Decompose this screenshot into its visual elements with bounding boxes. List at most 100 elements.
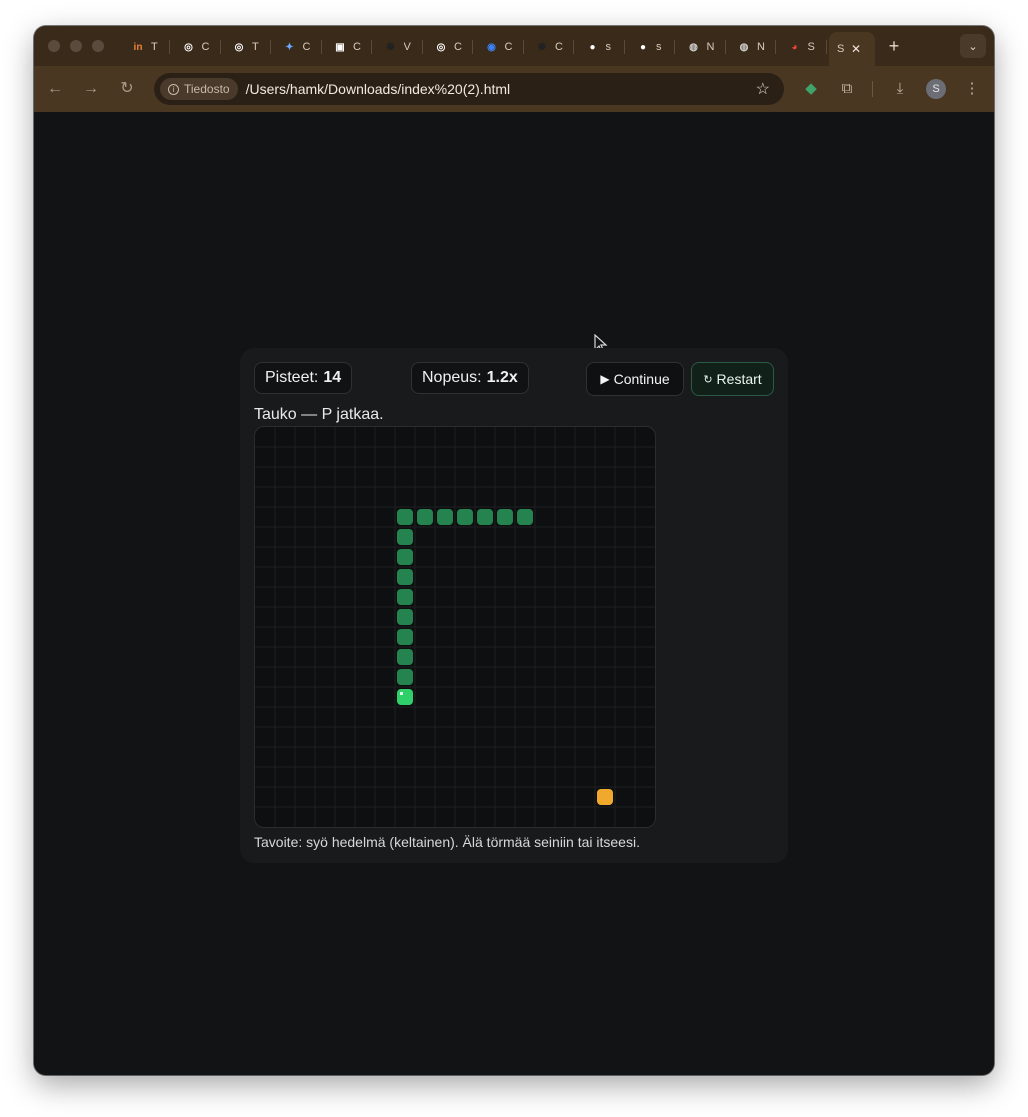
tab-title: T xyxy=(151,41,158,53)
browser-tab[interactable]: ◕ S xyxy=(779,34,827,60)
browser-tab[interactable]: ✺ C xyxy=(526,34,574,60)
tab-divider xyxy=(623,40,625,54)
browser-tab[interactable]: S ✕ xyxy=(829,32,875,66)
tab-title: V xyxy=(403,41,411,53)
openai-icon: ◎ xyxy=(184,41,193,53)
tab-title: S xyxy=(807,41,815,53)
site-info-chip[interactable]: i Tiedosto xyxy=(160,78,238,100)
browser-tab[interactable]: ✦ C xyxy=(274,34,322,60)
address-bar[interactable]: i Tiedosto /Users/hamk/Downloads/index%2… xyxy=(154,73,784,105)
close-tab-icon[interactable]: ✕ xyxy=(851,42,861,56)
gemini-icon: ✦ xyxy=(285,41,294,53)
tab-title: C xyxy=(302,41,311,53)
tab-title: C xyxy=(454,41,462,53)
browser-tab[interactable]: ◍ N xyxy=(678,34,726,60)
back-button[interactable]: ← xyxy=(44,78,66,100)
avatar[interactable]: S xyxy=(926,79,946,99)
tab-title: C xyxy=(353,41,361,53)
minimize-window-button[interactable] xyxy=(70,40,82,52)
browser-tab[interactable]: ◎ C xyxy=(173,34,221,60)
arrow-right-icon: → xyxy=(83,80,99,97)
site-info-label: Tiedosto xyxy=(184,82,230,96)
inflection-icon: in xyxy=(133,41,143,53)
new-tab-button[interactable]: + xyxy=(884,36,904,57)
tab-search-button[interactable]: ⌄ xyxy=(960,34,986,58)
download-icon[interactable]: ⤓ xyxy=(889,78,911,100)
continue-button[interactable]: ▶ Continue xyxy=(586,362,684,396)
restart-button[interactable]: ↻ Restart xyxy=(691,362,774,396)
browser-tab[interactable]: ◉ C xyxy=(476,34,524,60)
browser-tab[interactable]: ▣ C xyxy=(324,34,372,60)
arrow-left-icon: ← xyxy=(47,80,63,97)
restart-icon: ↻ xyxy=(703,373,713,386)
tab-title: C xyxy=(201,41,210,53)
browser-tab[interactable]: ✺ V xyxy=(375,34,423,60)
score-label: Pisteet: xyxy=(265,369,319,386)
chrome-icon: ◕ xyxy=(791,41,798,53)
github-icon: ● xyxy=(639,41,647,53)
snake-segment xyxy=(397,629,413,645)
url-text[interactable]: /Users/hamk/Downloads/index%20(2).html xyxy=(246,81,511,97)
page-content: Pisteet: 14 Nopeus: 1.2x ▶ Continue ↻ Re… xyxy=(34,112,994,1075)
reload-button[interactable]: ↻ xyxy=(116,78,138,100)
snake-segment xyxy=(397,609,413,625)
extension-icon[interactable]: ◆ xyxy=(800,78,822,100)
tab-divider xyxy=(472,40,473,54)
game-board[interactable] xyxy=(254,426,656,828)
openai-icon: ◎ xyxy=(436,41,446,53)
reload-icon: ↻ xyxy=(120,80,134,97)
puzzle-icon[interactable]: ⧉ xyxy=(836,78,858,100)
browser-tab[interactable]: ◎ T xyxy=(223,34,271,60)
chevron-down-icon: ⌄ xyxy=(968,40,978,53)
restart-label: Restart xyxy=(716,371,762,387)
snake-segment xyxy=(497,509,513,525)
browser-tab[interactable]: ● s xyxy=(577,34,625,60)
tab-divider xyxy=(320,40,322,54)
tab-title: C xyxy=(555,41,563,53)
game-card: Pisteet: 14 Nopeus: 1.2x ▶ Continue ↻ Re… xyxy=(240,348,788,863)
more-menu-icon[interactable]: ⋮ xyxy=(961,78,983,100)
snake-segment xyxy=(397,589,413,605)
board-canvas xyxy=(255,427,655,827)
browser-tab[interactable]: ● s xyxy=(627,34,675,60)
score-display: Pisteet: 14 xyxy=(254,362,353,394)
fruit xyxy=(597,789,613,805)
tab-strip: in T ◎ C ◎ T ✦ C ▣ C ✺ V ◎ C ◉ C ✺ C ● s ● s ◍ N ◍ N ◕ S S ✕ + ⌄ xyxy=(34,26,994,66)
openai-icon: ✺ xyxy=(537,41,547,53)
forward-button[interactable]: → xyxy=(80,78,102,100)
browser-window: in T ◎ C ◎ T ✦ C ▣ C ✺ V ◎ C ◉ C ✺ C ● s ● s ◍ N ◍ N ◕ S S ✕ + ⌄ ← → … xyxy=(34,26,994,1075)
speed-value: 1.2x xyxy=(486,369,518,386)
tab-title: C xyxy=(504,41,513,53)
tab-divider xyxy=(724,40,726,54)
snake-segment xyxy=(397,509,413,525)
close-window-button[interactable] xyxy=(48,40,60,52)
snake-segment xyxy=(397,649,413,665)
tab-title: N xyxy=(706,41,715,53)
tab-title: T xyxy=(252,41,259,53)
browser-tab[interactable]: in T xyxy=(122,34,170,60)
snake-segment xyxy=(397,549,413,565)
github-icon: ● xyxy=(589,41,596,53)
globe-icon: ◍ xyxy=(689,41,698,53)
continue-label: Continue xyxy=(613,371,670,387)
tab-divider xyxy=(573,40,574,54)
snake-segment xyxy=(417,509,433,525)
browser-tab[interactable]: ◍ N xyxy=(728,34,776,60)
score-value: 14 xyxy=(323,369,342,386)
bookmark-star-icon[interactable]: ☆ xyxy=(756,79,770,99)
tab-title: N xyxy=(757,41,765,53)
globe-icon: ◍ xyxy=(739,41,749,53)
snake-eye xyxy=(400,692,403,695)
tab-divider xyxy=(825,40,827,54)
play-icon: ▶ xyxy=(600,372,610,386)
tab-title: S xyxy=(837,43,845,55)
speed-display: Nopeus: 1.2x xyxy=(411,362,529,394)
snake-segment xyxy=(457,509,473,525)
openai-icon: ✺ xyxy=(386,41,395,53)
tab-divider xyxy=(522,40,524,54)
browser-tab[interactable]: ◎ C xyxy=(425,34,473,60)
goal-text: Tavoite: syö hedelmä (keltainen). Älä tö… xyxy=(254,834,640,850)
maximize-window-button[interactable] xyxy=(92,40,104,52)
snake-segment xyxy=(397,529,413,545)
tab-divider xyxy=(775,40,776,54)
